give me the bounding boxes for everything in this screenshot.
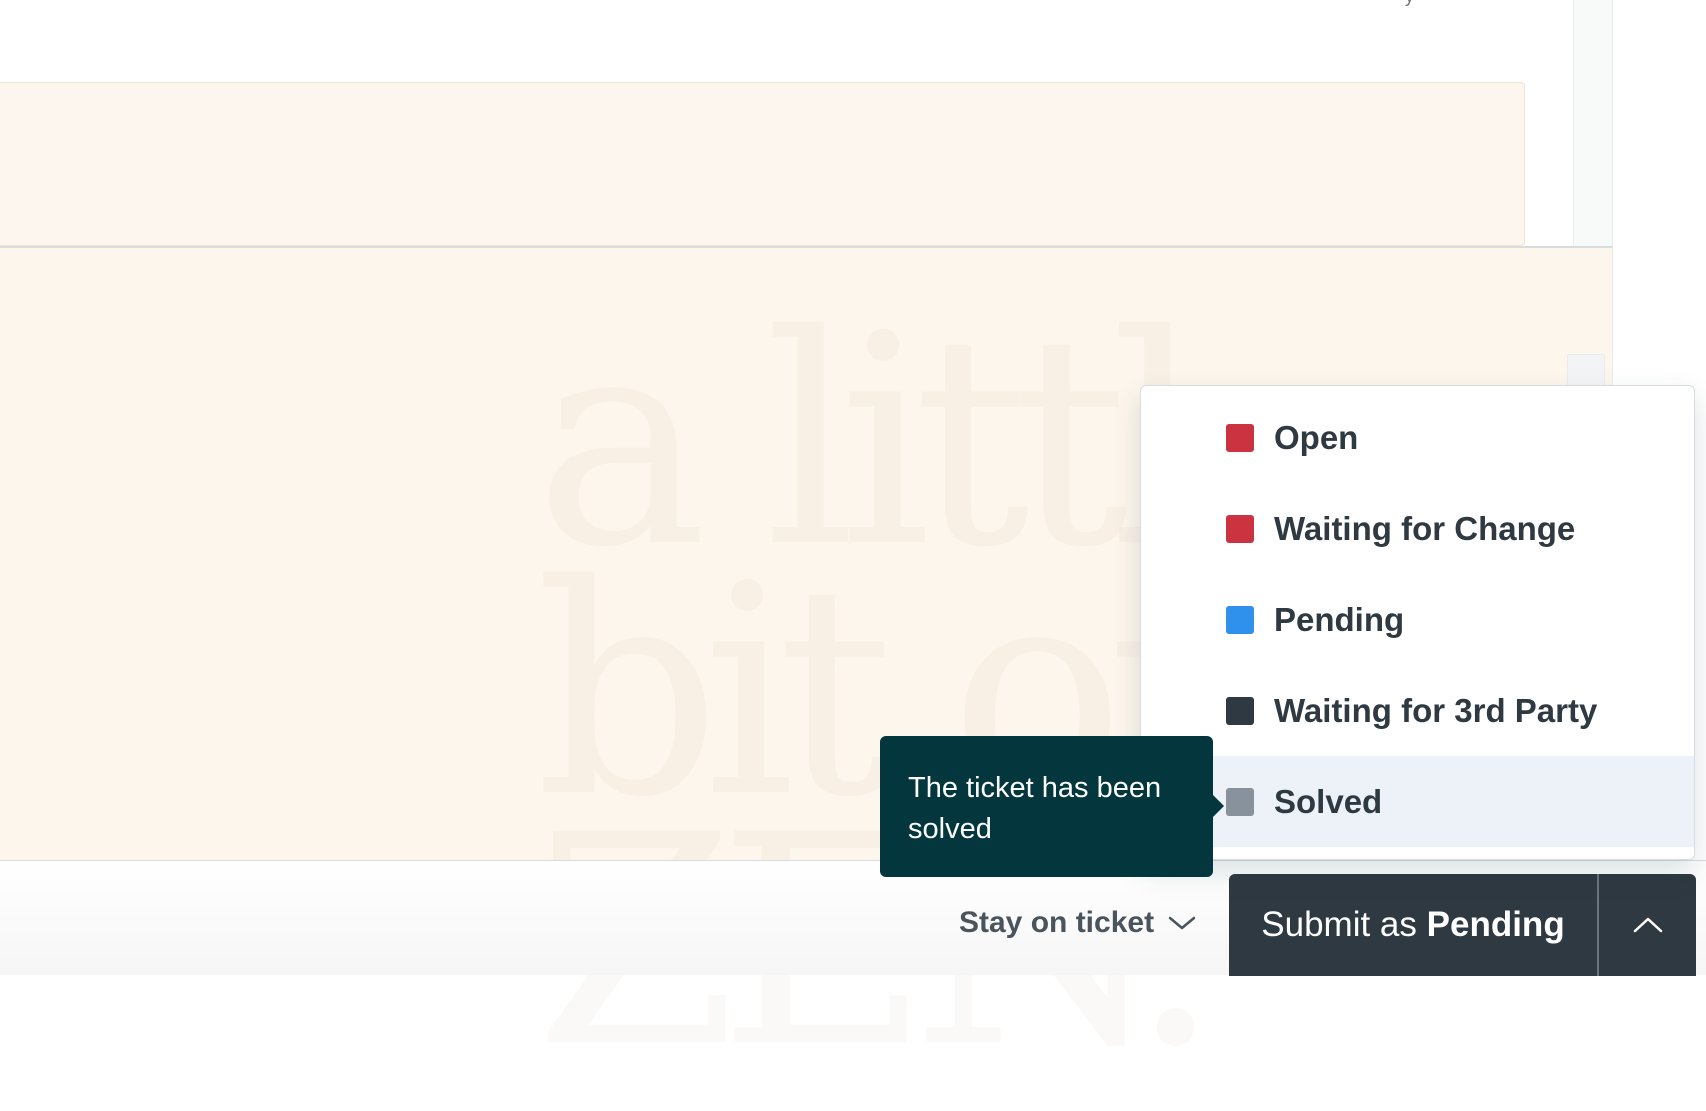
status-swatch-solved	[1226, 787, 1254, 816]
workspace-scroll-thumb[interactable]	[1567, 354, 1605, 388]
status-option-label: Waiting for Change	[1274, 509, 1576, 547]
status-option-label: Open	[1274, 418, 1359, 456]
conversation-scrollbar[interactable]	[1573, 0, 1613, 246]
status-swatch-waiting-for-change	[1226, 514, 1254, 543]
status-option-label: Solved	[1274, 782, 1383, 820]
status-swatch-pending	[1226, 605, 1254, 634]
submit-options-toggle[interactable]	[1599, 874, 1696, 976]
comment-card	[0, 82, 1525, 246]
stay-on-ticket-dropdown[interactable]: Stay on ticket	[959, 906, 1196, 940]
status-tooltip: The ticket has been solved	[880, 736, 1224, 877]
status-dropdown-menu: Open Waiting for Change Pending Waiting …	[1140, 385, 1695, 860]
status-option-waiting-for-change[interactable]: Waiting for Change	[1141, 483, 1694, 574]
status-swatch-waiting-for-3rd-party	[1226, 696, 1254, 725]
ticket-footer: Stay on ticket Submit as Pending	[0, 860, 1706, 976]
status-option-label: Pending	[1274, 600, 1405, 638]
status-option-pending[interactable]: Pending	[1141, 574, 1694, 665]
status-swatch-open	[1226, 423, 1254, 452]
status-option-open[interactable]: Open	[1141, 392, 1694, 483]
chevron-down-icon	[1168, 916, 1196, 930]
submit-button[interactable]: Submit as Pending	[1229, 874, 1597, 976]
status-option-waiting-for-3rd-party[interactable]: Waiting for 3rd Party	[1141, 665, 1694, 756]
status-option-label: Waiting for 3rd Party	[1274, 691, 1598, 729]
tooltip-text: The ticket has been solved	[908, 772, 1162, 845]
submit-status: Pending	[1426, 905, 1565, 944]
chevron-up-icon	[1633, 917, 1662, 933]
partial-text-fragment: y	[1405, 0, 1414, 7]
submit-prefix: Submit as	[1261, 905, 1417, 944]
tooltip-arrow	[1213, 795, 1224, 817]
submit-button-group: Submit as Pending	[1229, 874, 1696, 976]
stay-on-ticket-label: Stay on ticket	[959, 906, 1155, 939]
